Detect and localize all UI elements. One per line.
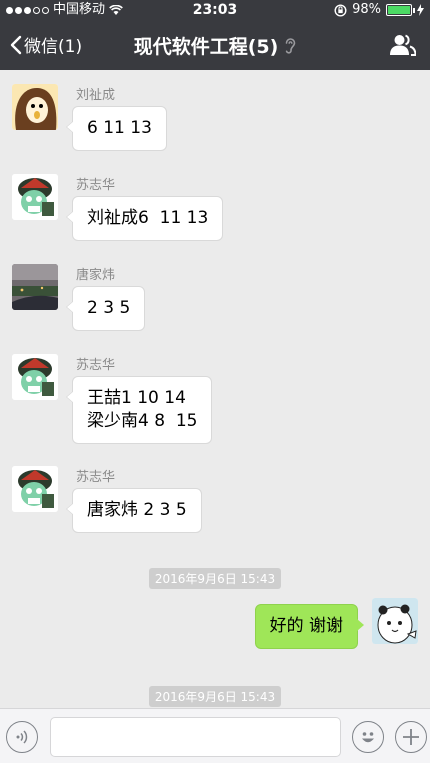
top-bar: 中国移动 23:03 98% 微信(1) 现代软件工程(5) (0, 0, 430, 70)
emoji-icon (362, 732, 374, 743)
sender-name: 刘祉成 (76, 88, 116, 103)
sender-name: 苏志华 (76, 178, 116, 193)
voice-input-button[interactable] (6, 721, 38, 753)
cartoon-zombie-avatar-icon (12, 466, 58, 512)
charging-icon (417, 4, 424, 16)
timestamp-text: 2016年9月6日 15:43 (148, 686, 282, 707)
sender-name: 苏志华 (76, 358, 116, 373)
orientation-lock-icon (334, 3, 347, 17)
emoji-button[interactable] (352, 721, 384, 753)
timestamp: 2016年9月6日 15:43 (0, 686, 430, 707)
my-message-bubble[interactable]: 好的 谢谢 (254, 604, 365, 649)
earpiece-mode-icon (285, 38, 296, 54)
timestamp-text: 2016年9月6日 15:43 (148, 568, 282, 589)
avatar[interactable] (12, 354, 58, 400)
chat-area[interactable]: 刘祉成 6 11 13 苏志华 刘祉成6 11 13 唐家炜 2 3 5 苏志华… (0, 70, 430, 708)
message-bubble[interactable]: 唐家炜 2 3 5 (66, 488, 202, 533)
cartoon-zombie-avatar-icon (12, 174, 58, 220)
message-text: 刘祉成6 11 13 (87, 208, 209, 228)
avatar[interactable] (12, 264, 58, 310)
avatar[interactable] (12, 84, 58, 130)
battery-percent: 98% (352, 2, 381, 17)
avatar[interactable] (12, 466, 58, 512)
message-text: 王喆1 10 14 (87, 388, 186, 408)
message-text: 2 3 5 (87, 298, 131, 318)
nav-bar: 微信(1) 现代软件工程(5) (0, 20, 430, 70)
message-text: 梁少南4 8 15 (87, 411, 198, 431)
my-avatar[interactable] (372, 598, 418, 644)
status-bar: 中国移动 23:03 98% (0, 0, 430, 20)
message-bubble[interactable]: 2 3 5 (65, 286, 146, 331)
message-input[interactable] (50, 717, 341, 757)
landscape-photo-avatar-icon (12, 264, 58, 310)
input-bar (0, 708, 430, 763)
group-members-icon[interactable] (390, 33, 416, 57)
chat-title: 现代软件工程(5) (0, 32, 430, 59)
more-button[interactable] (395, 721, 427, 753)
cartoon-girl-avatar-icon (12, 84, 58, 130)
sender-name: 苏志华 (76, 470, 116, 485)
message-bubble[interactable]: 6 11 13 (66, 106, 167, 151)
chat-title-text: 现代软件工程(5) (133, 36, 279, 58)
message-text: 唐家炜 2 3 5 (87, 500, 187, 520)
status-right: 98% (334, 0, 424, 20)
battery-icon (386, 4, 415, 16)
voice-icon (16, 730, 28, 744)
message-bubble[interactable]: 刘祉成6 11 13 (65, 196, 224, 241)
timestamp: 2016年9月6日 15:43 (0, 568, 430, 589)
message-bubble[interactable]: 王喆1 10 14 梁少南4 8 15 (65, 376, 213, 444)
plus-icon (403, 729, 419, 745)
cartoon-zombie-avatar-icon (12, 354, 58, 400)
sender-name: 唐家炜 (76, 268, 116, 283)
avatar[interactable] (12, 174, 58, 220)
message-text: 6 11 13 (87, 118, 152, 138)
my-message-text: 好的 谢谢 (269, 616, 343, 636)
my-message-row: 好的 谢谢 (98, 598, 418, 652)
cartoon-panda-avatar-icon (372, 598, 418, 644)
